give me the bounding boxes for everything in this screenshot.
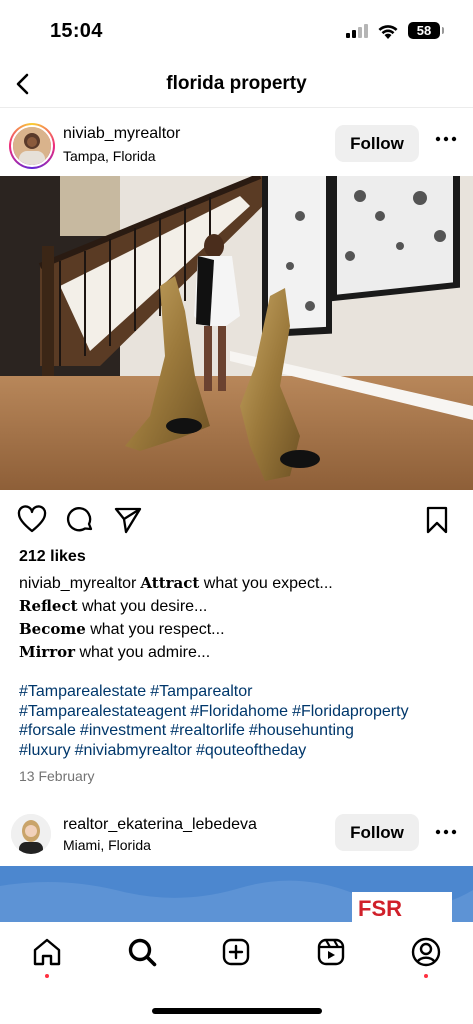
wifi-icon bbox=[378, 25, 398, 39]
battery-indicator: 58 bbox=[408, 22, 444, 39]
hashtag-link[interactable]: #Tamparealestate bbox=[19, 683, 146, 700]
follow-button[interactable]: Follow bbox=[335, 125, 419, 162]
search-icon[interactable] bbox=[126, 936, 158, 968]
reels-icon[interactable] bbox=[315, 936, 347, 968]
brand-logo: FSR bbox=[358, 896, 402, 921]
hashtag-link[interactable]: #Tamparealestateagent bbox=[19, 703, 186, 720]
hashtag-link[interactable]: #Tamparealtor bbox=[150, 683, 252, 700]
status-bar: 15:04 58 bbox=[0, 0, 473, 60]
status-time: 15:04 bbox=[50, 20, 103, 42]
post-header: niviab_myrealtor Tampa, Florida Follow bbox=[0, 118, 473, 178]
more-horizontal-icon[interactable] bbox=[432, 126, 460, 152]
heart-icon[interactable] bbox=[16, 504, 48, 536]
top-navigation: florida property bbox=[0, 62, 473, 108]
hashtag-link[interactable]: #niviabmyrealtor bbox=[75, 742, 192, 759]
bookmark-icon[interactable] bbox=[421, 504, 453, 536]
post-location[interactable]: Tampa, Florida bbox=[63, 148, 156, 164]
home-icon[interactable] bbox=[31, 936, 63, 968]
hashtag-link[interactable]: #investment bbox=[80, 722, 166, 739]
caption-line: Reflect what you desire... bbox=[19, 597, 208, 615]
hashtag-link[interactable]: #luxury bbox=[19, 742, 71, 759]
caption-username[interactable]: niviab_myrealtor bbox=[19, 575, 136, 592]
hashtag-link[interactable]: #househunting bbox=[249, 722, 354, 739]
hashtag-link[interactable]: #Floridaproperty bbox=[292, 703, 409, 720]
post-image[interactable]: FSR bbox=[0, 866, 473, 922]
cellular-signal-icon bbox=[346, 24, 370, 38]
profile-icon[interactable] bbox=[410, 936, 442, 968]
post-location[interactable]: Miami, Florida bbox=[63, 837, 151, 853]
hashtag-link[interactable]: #forsale bbox=[19, 722, 76, 739]
page-title: florida property bbox=[166, 73, 307, 94]
create-icon[interactable] bbox=[220, 936, 252, 968]
hashtag-link[interactable]: #realtorlife bbox=[170, 722, 245, 739]
hashtags: #Tamparealestate #Tamparealtor #Tampareal… bbox=[19, 682, 464, 760]
follow-button[interactable]: Follow bbox=[335, 814, 419, 851]
post-date: 13 February bbox=[19, 768, 95, 784]
post-header: realtor_ekaterina_lebedeva Miami, Florid… bbox=[0, 810, 473, 870]
notification-dot bbox=[45, 974, 49, 978]
post-image[interactable] bbox=[0, 176, 473, 490]
bottom-tab-bar bbox=[0, 922, 473, 1024]
post-username[interactable]: niviab_myrealtor bbox=[63, 125, 180, 143]
more-horizontal-icon[interactable] bbox=[432, 819, 460, 845]
avatar[interactable] bbox=[9, 123, 55, 169]
send-icon[interactable] bbox=[112, 504, 144, 536]
notification-dot bbox=[424, 974, 428, 978]
hashtag-link[interactable]: #qouteoftheday bbox=[196, 742, 306, 759]
home-indicator bbox=[152, 1008, 322, 1014]
caption-line: Become what you respect... bbox=[19, 620, 225, 638]
post-username[interactable]: realtor_ekaterina_lebedeva bbox=[63, 816, 257, 834]
comment-icon[interactable] bbox=[64, 504, 96, 536]
caption-line: Mirror what you admire... bbox=[19, 643, 211, 661]
caption-line: niviab_myrealtor Attract what you expect.… bbox=[19, 574, 333, 592]
post-caption: niviab_myrealtor Attract what you expect.… bbox=[19, 572, 459, 664]
hashtag-link[interactable]: #Floridahome bbox=[190, 703, 288, 720]
likes-count[interactable]: 212 likes bbox=[19, 548, 86, 566]
avatar[interactable] bbox=[11, 814, 51, 854]
post-actions bbox=[0, 502, 473, 538]
